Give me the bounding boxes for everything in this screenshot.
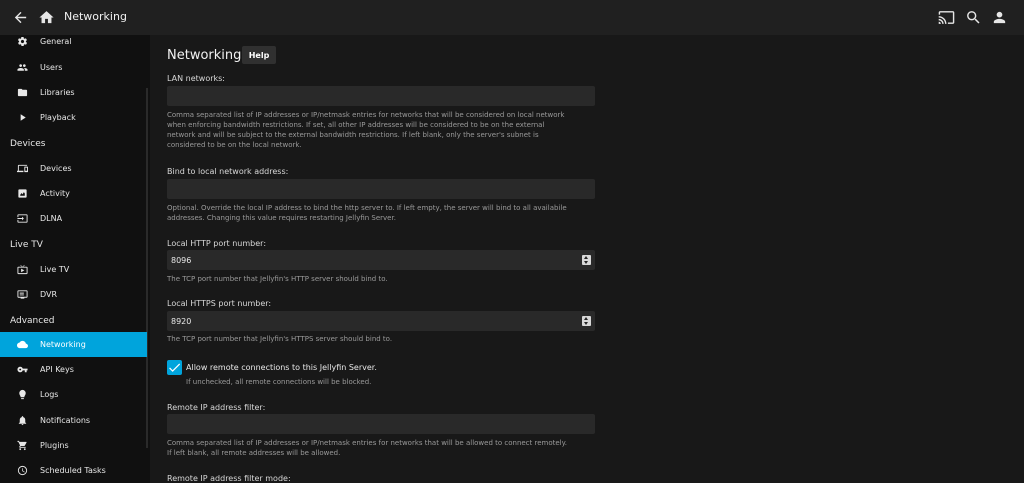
sidebar-item-networking[interactable]: Networking [0, 332, 147, 357]
allow-remote-label[interactable]: Allow remote connections to this Jellyfi… [186, 363, 377, 372]
sidebar-item-general[interactable]: General [0, 29, 147, 54]
remote-filter-label: Remote IP address filter: [167, 403, 266, 412]
clock-icon [17, 465, 28, 476]
play-icon [17, 112, 28, 123]
sidebar-item-label: Libraries [40, 88, 75, 97]
sidebar-section-devices: Devices [10, 139, 46, 149]
top-bar: Networking [0, 0, 1024, 35]
https-port-label: Local HTTPS port number: [167, 299, 272, 308]
tv-icon [17, 264, 28, 275]
http-port-input[interactable]: 8096 [167, 250, 595, 270]
bell-icon [17, 415, 28, 426]
sidebar-item-label: DLNA [40, 214, 63, 223]
user-icon[interactable] [986, 4, 1012, 30]
allow-remote-checkbox[interactable] [167, 360, 182, 375]
check-icon [169, 363, 181, 372]
description-line: Optional. Override the local IP address … [167, 204, 567, 212]
cart-icon [17, 440, 28, 451]
description-line: considered to be on the local network. [167, 141, 302, 149]
http-port-value: 8096 [171, 255, 192, 265]
sidebar-item-playback[interactable]: Playback [0, 105, 147, 130]
remote-filter-description: Comma separated list of IP addresses or … [167, 438, 599, 458]
http-port-description: The TCP port number that Jellyfin's HTTP… [167, 275, 388, 283]
https-port-description: The TCP port number that Jellyfin's HTTP… [167, 335, 393, 343]
sidebar-item-label: Logs [40, 390, 59, 399]
help-button[interactable]: Help [242, 46, 276, 64]
sidebar-item-label: Live TV [40, 265, 70, 274]
sidebar-item-plugins[interactable]: Plugins [0, 433, 147, 458]
sidebar-item-label: Playback [40, 113, 76, 122]
remote-filter-input[interactable] [167, 414, 595, 434]
sidebar-item-devices[interactable]: Devices [0, 156, 147, 181]
sidebar-item-label: API Keys [40, 365, 74, 374]
description-line: when enforcing bandwidth restrictions. I… [167, 121, 545, 129]
users-icon [17, 62, 28, 73]
page-header-title: Networking [64, 10, 127, 23]
gear-icon [17, 36, 28, 47]
bind-address-label: Bind to local network address: [167, 167, 289, 176]
sidebar-item-label: General [40, 37, 72, 46]
cast-icon[interactable] [933, 4, 959, 30]
back-arrow-icon[interactable] [7, 4, 33, 30]
dlna-icon [17, 213, 28, 224]
filter-mode-label: Remote IP address filter mode: [167, 474, 291, 483]
cloud-icon [17, 339, 28, 350]
http-port-stepper[interactable] [582, 255, 591, 265]
http-port-label: Local HTTP port number: [167, 239, 267, 248]
folder-icon [17, 87, 28, 98]
lan-networks-input[interactable] [167, 86, 595, 106]
https-port-stepper[interactable] [582, 316, 591, 326]
sidebar-section-livetv: Live TV [10, 240, 43, 250]
sidebar-item-logs[interactable]: Logs [0, 382, 147, 407]
https-port-value: 8920 [171, 316, 192, 326]
allow-remote-description: If unchecked, all remote connections wil… [186, 378, 372, 386]
lan-networks-description: Comma separated list of IP addresses or … [167, 110, 599, 150]
sidebar-item-users[interactable]: Users [0, 55, 147, 80]
bind-address-input[interactable] [167, 179, 595, 199]
sidebar-item-label: DVR [40, 290, 58, 299]
https-port-input[interactable]: 8920 [167, 311, 595, 331]
sidebar-item-dvr[interactable]: DVR [0, 282, 147, 307]
sidebar-item-label: Notifications [40, 416, 91, 425]
sidebar-item-label: Users [40, 63, 63, 72]
key-icon [17, 364, 28, 375]
sidebar-item-scheduled-tasks[interactable]: Scheduled Tasks [0, 458, 147, 483]
sidebar-item-activity[interactable]: Activity [0, 181, 147, 206]
description-line: If left blank, all remote addresses will… [167, 449, 341, 457]
description-line: Comma separated list of IP addresses or … [167, 111, 565, 119]
bind-address-description: Optional. Override the local IP address … [167, 203, 599, 223]
description-line: Comma separated list of IP addresses or … [167, 439, 567, 447]
description-line: network and will be subject to the exter… [167, 131, 539, 139]
sidebar-item-notifications[interactable]: Notifications [0, 408, 147, 433]
sidebar-item-label: Devices [40, 164, 72, 173]
sidebar-item-label: Activity [40, 189, 70, 198]
description-line: addresses. Changing this value requires … [167, 214, 396, 222]
page-title: Networking [167, 48, 242, 63]
search-icon[interactable] [960, 4, 986, 30]
sidebar-item-livetv[interactable]: Live TV [0, 257, 147, 282]
sidebar-item-label: Networking [40, 340, 86, 349]
sidebar-item-libraries[interactable]: Libraries [0, 80, 147, 105]
sidebar-item-label: Scheduled Tasks [40, 466, 106, 475]
home-icon[interactable] [33, 4, 59, 30]
sidebar-item-label: Plugins [40, 441, 69, 450]
sidebar-item-api-keys[interactable]: API Keys [0, 357, 147, 382]
sidebar-section-advanced: Advanced [10, 316, 55, 326]
dvr-icon [17, 289, 28, 300]
lan-networks-label: LAN networks: [167, 74, 225, 83]
logs-icon [17, 389, 28, 400]
devices-icon [17, 163, 28, 174]
activity-icon [17, 188, 28, 199]
sidebar-item-dlna[interactable]: DLNA [0, 206, 147, 231]
